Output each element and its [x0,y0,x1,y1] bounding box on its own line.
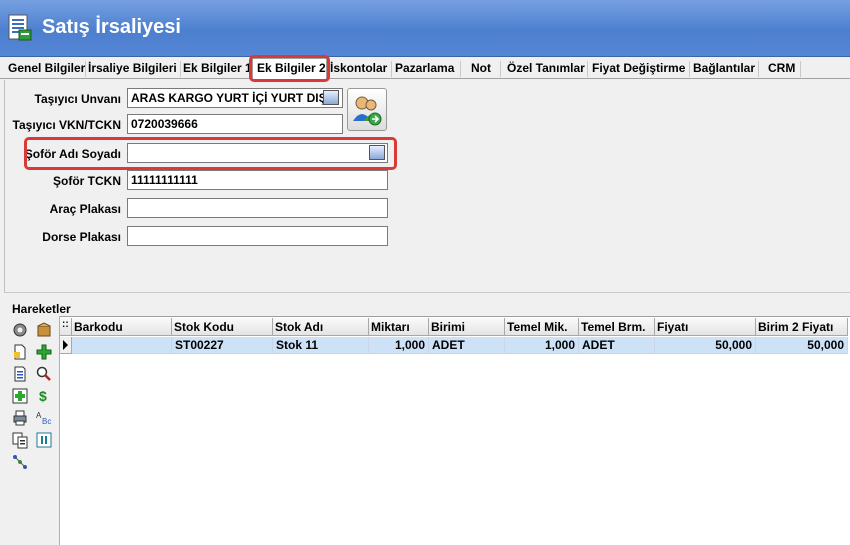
column-header[interactable]: Birim 2 Fiyatı [756,318,848,336]
column-header[interactable]: Stok Adı [273,318,369,336]
carrier-contacts-button[interactable] [347,88,387,131]
tab-fiyat-degistirme[interactable]: Fiyat Değiştirme [590,61,685,79]
cell-stok-adi[interactable]: Stok 11 [273,337,369,354]
driver-id-label: Şoför TCKN [53,174,121,188]
ek-bilgiler-2-panel: Taşıyıcı Unvanı ARAS KARGO YURT İÇİ YURT… [4,80,850,292]
tab-crm[interactable]: CRM [766,61,795,79]
movements-grid[interactable]: :: Barkodu Stok Kodu Stok Adı Miktarı Bi… [60,316,850,545]
text-options-icon[interactable]: ABc [35,409,53,427]
tab-baglantilar[interactable]: Bağlantılar [691,61,755,79]
tab-irsaliye-bilgileri[interactable]: İrsaliye Bilgileri [86,61,177,79]
trailer-plate-label: Dorse Plakası [42,230,121,244]
table-row[interactable]: ST00227 Stok 11 1,000 ADET 1,000 ADET 50… [60,337,850,354]
tab-ek-bilgiler-2[interactable]: Ek Bilgiler 2 [252,58,327,80]
movements-title: Hareketler [12,302,71,316]
column-header[interactable]: Temel Mik. [505,318,579,336]
cell-birim-2-fiyati[interactable]: 50,000 [756,337,848,354]
tab-ozel-tanimlar[interactable]: Özel Tanımlar [505,61,585,79]
tab-bar: Genel Bilgiler İrsaliye Bilgileri Ek Bil… [0,58,850,80]
window-title: Satış İrsaliyesi [42,16,181,38]
row-indicator[interactable] [60,337,72,354]
column-header[interactable]: Birimi [429,318,505,336]
movements-toolbar: $ A Bc [4,316,60,545]
tab-pazarlama[interactable]: Pazarlama [393,61,454,79]
tab-ek-bilgiler-1[interactable]: Ek Bilgiler 1 [181,61,252,79]
column-header[interactable]: Temel Brm. [579,318,655,336]
trailer-plate-field[interactable] [127,226,388,246]
lookup-icon[interactable] [369,145,385,160]
add-row-icon[interactable] [11,387,29,405]
connect-icon[interactable] [11,453,29,471]
driver-name-label: Şoför Adı Soyadı [24,147,121,161]
add-icon[interactable] [35,343,53,361]
tab-genel-bilgiler[interactable]: Genel Bilgiler [6,61,85,79]
cell-stok-kodu[interactable]: ST00227 [172,337,273,354]
cell-miktari[interactable]: 1,000 [369,337,429,354]
section-divider [4,292,850,293]
column-header[interactable]: Stok Kodu [172,318,273,336]
grid-corner[interactable]: :: [60,318,72,336]
cell-barkodu[interactable] [72,337,172,354]
users-refresh-icon [353,96,382,126]
cell-birimi[interactable]: ADET [429,337,505,354]
carrier-title-label: Taşıyıcı Unvanı [34,92,121,106]
driver-id-field[interactable]: 11111111111 [127,170,388,190]
vehicle-plate-label: Araç Plakası [49,202,121,216]
vehicle-plate-field[interactable] [127,198,388,218]
tab-iskontolar[interactable]: İskontolar [328,61,387,79]
carrier-tax-label: Taşıyıcı VKN/TCKN [12,118,121,132]
carrier-tax-field[interactable]: 0720039666 [127,114,343,134]
new-document-icon[interactable] [11,343,29,361]
lookup-icon[interactable] [323,90,339,105]
svg-text:$: $ [39,388,47,404]
column-header[interactable]: Fiyatı [655,318,756,336]
cell-fiyati[interactable]: 50,000 [655,337,756,354]
cell-temel-brm[interactable]: ADET [579,337,655,354]
grid-header: :: Barkodu Stok Kodu Stok Adı Miktarı Bi… [60,318,850,336]
document-list-icon[interactable] [11,365,29,383]
row-pointer-icon [63,340,68,350]
tab-not[interactable]: Not [469,61,491,79]
driver-name-field[interactable] [127,143,388,163]
cell-temel-mik[interactable]: 1,000 [505,337,579,354]
currency-icon[interactable]: $ [35,387,53,405]
copy-icon[interactable] [11,431,29,449]
column-header[interactable]: Barkodu [72,318,172,336]
svg-text:Bc: Bc [42,417,51,426]
column-header[interactable]: Miktarı [369,318,429,336]
package-icon[interactable] [35,321,53,339]
search-icon[interactable] [35,365,53,383]
carrier-title-field[interactable]: ARAS KARGO YURT İÇİ YURT DIŞI [127,88,343,108]
document-form-icon [8,14,32,41]
print-icon[interactable] [11,409,29,427]
gear-icon[interactable] [11,321,29,339]
split-icon[interactable] [35,431,53,449]
window-titlebar: Satış İrsaliyesi [0,0,850,57]
